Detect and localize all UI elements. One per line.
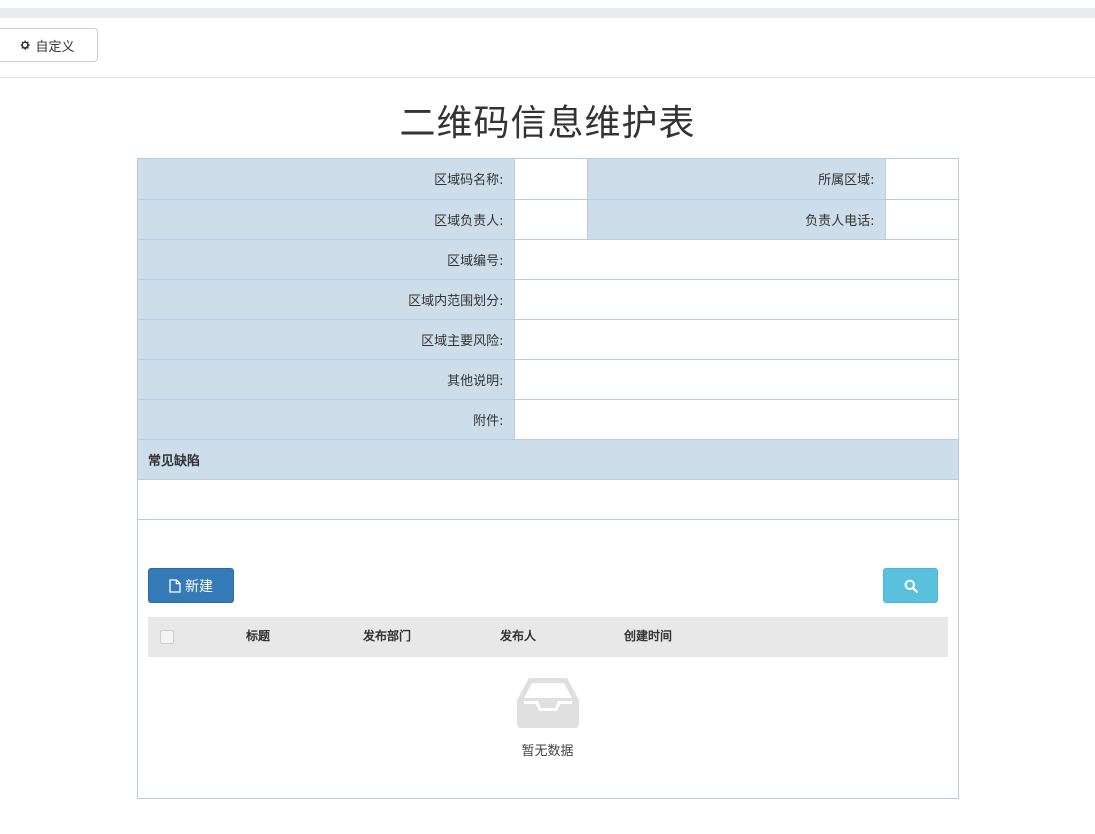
scope-label: 区域内范围划分:	[138, 278, 515, 320]
customize-label: 自定义	[35, 39, 75, 55]
empty-state-text: 暂无数据	[521, 744, 574, 759]
risk-field[interactable]	[513, 318, 958, 360]
area-code-name-field[interactable]	[513, 159, 588, 200]
column-header-publisher[interactable]: 发布人	[500, 627, 536, 644]
defects-table-header: 标题 发布部门 发布人 创建时间	[148, 617, 948, 657]
scope-field[interactable]	[513, 278, 958, 320]
page-title: 二维码信息维护表	[399, 103, 696, 144]
column-header-created-time[interactable]: 创建时间	[624, 627, 672, 644]
gear-icon	[21, 40, 31, 50]
owner-phone-label: 负责人电话:	[586, 198, 886, 240]
belong-area-label: 所属区域:	[586, 159, 886, 200]
area-number-field[interactable]	[513, 238, 958, 280]
attachment-field[interactable]	[513, 398, 958, 440]
header-divider	[0, 77, 1095, 78]
area-number-label: 区域编号:	[138, 238, 515, 280]
other-label: 其他说明:	[138, 358, 515, 400]
defects-section-title: 常见缺陷	[138, 438, 958, 480]
column-header-title[interactable]: 标题	[246, 627, 270, 644]
select-all-checkbox[interactable]	[160, 630, 174, 644]
file-icon	[169, 578, 181, 593]
search-icon	[904, 579, 918, 593]
area-owner-field[interactable]	[513, 198, 588, 240]
new-button[interactable]: 新建	[148, 568, 234, 603]
info-table: 区域码名称: 所属区域: 区域负责人: 负责人电话: 区域编号: 区域内范围划分…	[138, 159, 958, 520]
attachment-label: 附件:	[138, 398, 515, 440]
area-code-name-label: 区域码名称:	[138, 159, 515, 200]
new-button-label: 新建	[185, 578, 213, 595]
column-header-dept[interactable]: 发布部门	[363, 627, 411, 644]
belong-area-field[interactable]	[884, 159, 958, 200]
top-bar	[0, 8, 1095, 18]
search-button[interactable]	[883, 568, 938, 603]
owner-phone-field[interactable]	[884, 198, 958, 240]
inbox-icon	[517, 678, 579, 728]
risk-label: 区域主要风险:	[138, 318, 515, 360]
other-field[interactable]	[513, 358, 958, 400]
area-owner-label: 区域负责人:	[138, 198, 515, 240]
defects-blank-row	[138, 478, 958, 520]
customize-button[interactable]: 自定义	[0, 28, 98, 62]
